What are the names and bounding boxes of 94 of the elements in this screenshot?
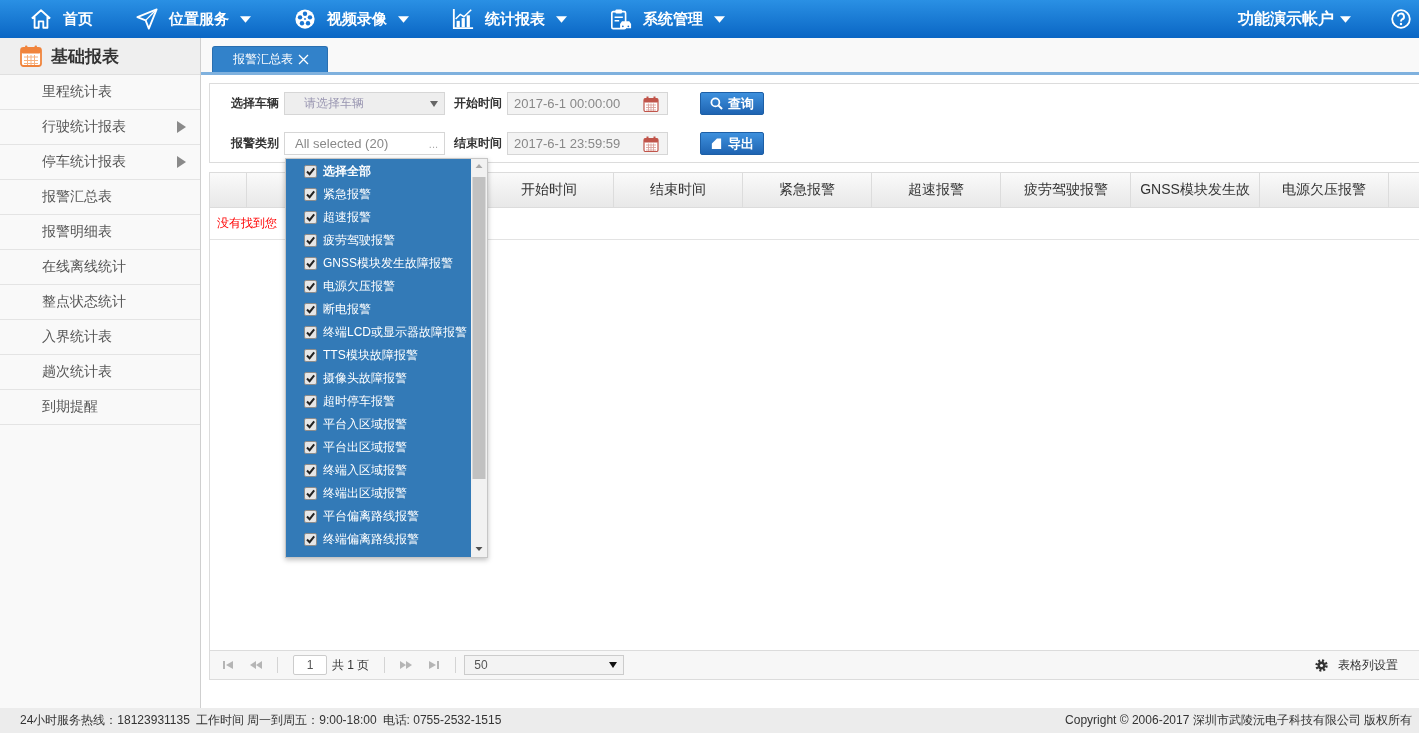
checkbox[interactable] [304,372,317,385]
search-icon [710,97,723,110]
field-label: 报警类别 [231,135,280,152]
help-icon[interactable] [1391,9,1411,29]
account-menu[interactable]: 功能演示帐户 [1238,8,1351,30]
calendar-icon [20,45,42,67]
close-icon[interactable] [298,54,309,65]
query-button[interactable]: 查询 [700,92,764,115]
alarm-option[interactable]: 摄像头故障报警 [286,367,471,390]
nav-menu-item[interactable]: 首页 [30,8,93,30]
caret-icon [430,100,438,107]
nav-menu-item[interactable]: 统计报表 [452,8,567,30]
alarm-option[interactable]: TTS模块故障报警 [286,344,471,367]
field-label: 开始时间 [454,95,503,112]
checkbox[interactable] [304,280,317,293]
alarm-option[interactable]: 终端出区域报警 [286,482,471,505]
sidebar-item[interactable]: 停车统计报表 [0,145,200,180]
multiselect-field[interactable]: All selected (20) ... [284,132,445,155]
sidebar-item[interactable]: 里程统计表 [0,75,200,110]
checkbox[interactable] [304,464,317,477]
alarm-option[interactable]: 终端偏离路线报警 [286,528,471,551]
alarm-option[interactable]: 平台入区域报警 [286,413,471,436]
document-icon [710,137,723,150]
checkbox[interactable] [304,257,317,270]
alarm-option[interactable]: 超时停车报警 [286,390,471,413]
alarm-option[interactable]: 超速报警 [286,206,471,229]
column-header[interactable]: 疲劳驾驶报警 [1001,173,1131,207]
date-field[interactable]: 2017-6-1 23:59:59 [507,132,668,155]
checkbox[interactable] [304,303,317,316]
column-header[interactable]: 结束时间 [614,173,743,207]
alarm-option[interactable]: 紧急报警 [286,183,471,206]
footer-text: 24小时服务热线：18123931135 [20,712,190,729]
sidebar-item[interactable]: 到期提醒 [0,390,200,425]
checkbox[interactable] [304,418,317,431]
sidebar-item[interactable]: 报警汇总表 [0,180,200,215]
alarm-option[interactable]: 断电报警 [286,298,471,321]
calendar-icon [643,135,659,152]
calendar-icon [643,95,659,112]
checkbox[interactable] [304,211,317,224]
copyright-text: Copyright © 2006-2017 深圳市武陵沅电子科技有限公司 版权所有 [1065,712,1412,729]
scrollbar[interactable] [471,159,487,557]
film-reel-icon [294,8,316,30]
footer-text: 工作时间 周一到周五：9:00-18:00 [195,712,377,729]
nav-menu-item[interactable]: 系统管理 [610,8,725,30]
checkbox[interactable] [304,487,317,500]
alarm-option[interactable]: 选择全部 [286,160,471,183]
gear-icon [1315,658,1328,672]
checkbox[interactable] [304,165,317,178]
sidebar-title: 基础报表 [51,45,119,68]
field-label: 选择车辆 [231,95,280,112]
column-header[interactable]: 超速报警 [872,173,1001,207]
column-header[interactable]: GNSS模块发生故 [1131,173,1260,207]
column-header[interactable]: 紧急报警 [743,173,872,207]
column-header[interactable]: 开始时间 [485,173,614,207]
caret-icon [609,662,618,668]
checkbox[interactable] [304,234,317,247]
field-label: 结束时间 [454,135,503,152]
page-input[interactable]: 1 [293,655,327,675]
sidebar-item[interactable]: 报警明细表 [0,215,200,250]
checkbox[interactable] [304,510,317,523]
checkbox[interactable] [304,533,317,546]
page-count: 共 1 页 [332,656,370,674]
home-icon [30,8,52,30]
alarm-option[interactable]: 平台出区域报警 [286,436,471,459]
sidebar-item[interactable]: 入界统计表 [0,320,200,355]
sidebar-item[interactable]: 行驶统计报表 [0,110,200,145]
select-field[interactable]: 请选择车辆 [284,92,445,115]
sidebar-item[interactable]: 在线离线统计 [0,250,200,285]
empty-message: 没有找到您 [217,215,277,232]
checkbox[interactable] [304,326,317,339]
page-size-select[interactable]: 50 [464,655,625,675]
alarm-option[interactable]: GNSS模块发生故障报警 [286,252,471,275]
checkbox[interactable] [304,188,317,201]
tab[interactable]: 报警汇总表 [212,46,328,72]
checkbox[interactable] [304,441,317,454]
alarm-option[interactable]: 疲劳驾驶报警 [286,229,471,252]
alarm-option[interactable]: 电源欠压报警 [286,275,471,298]
checkbox[interactable] [304,395,317,408]
sidebar-item[interactable]: 趟次统计表 [0,355,200,390]
export-button[interactable]: 导出 [700,132,764,155]
column-settings-button[interactable]: 表格列设置 [1315,656,1398,674]
nav-menu-item[interactable]: 视频录像 [294,8,409,30]
alarm-option[interactable]: 终端LCD或显示器故障报警 [286,321,471,344]
column-header[interactable]: 电源欠压报警 [1260,173,1389,207]
sidebar-item[interactable]: 整点状态统计 [0,285,200,320]
checkbox[interactable] [304,349,317,362]
bar-chart-icon [452,8,474,30]
alarm-option[interactable]: 终端入区域报警 [286,459,471,482]
navigation-arrow-icon [136,8,158,30]
date-field[interactable]: 2017-6-1 00:00:00 [507,92,668,115]
footer-text: 电话: 0755-2532-1515 [382,712,502,729]
alarm-option[interactable]: 平台偏离路线报警 [286,505,471,528]
clipboard-icon [610,8,632,30]
nav-menu-item[interactable]: 位置服务 [136,8,251,30]
